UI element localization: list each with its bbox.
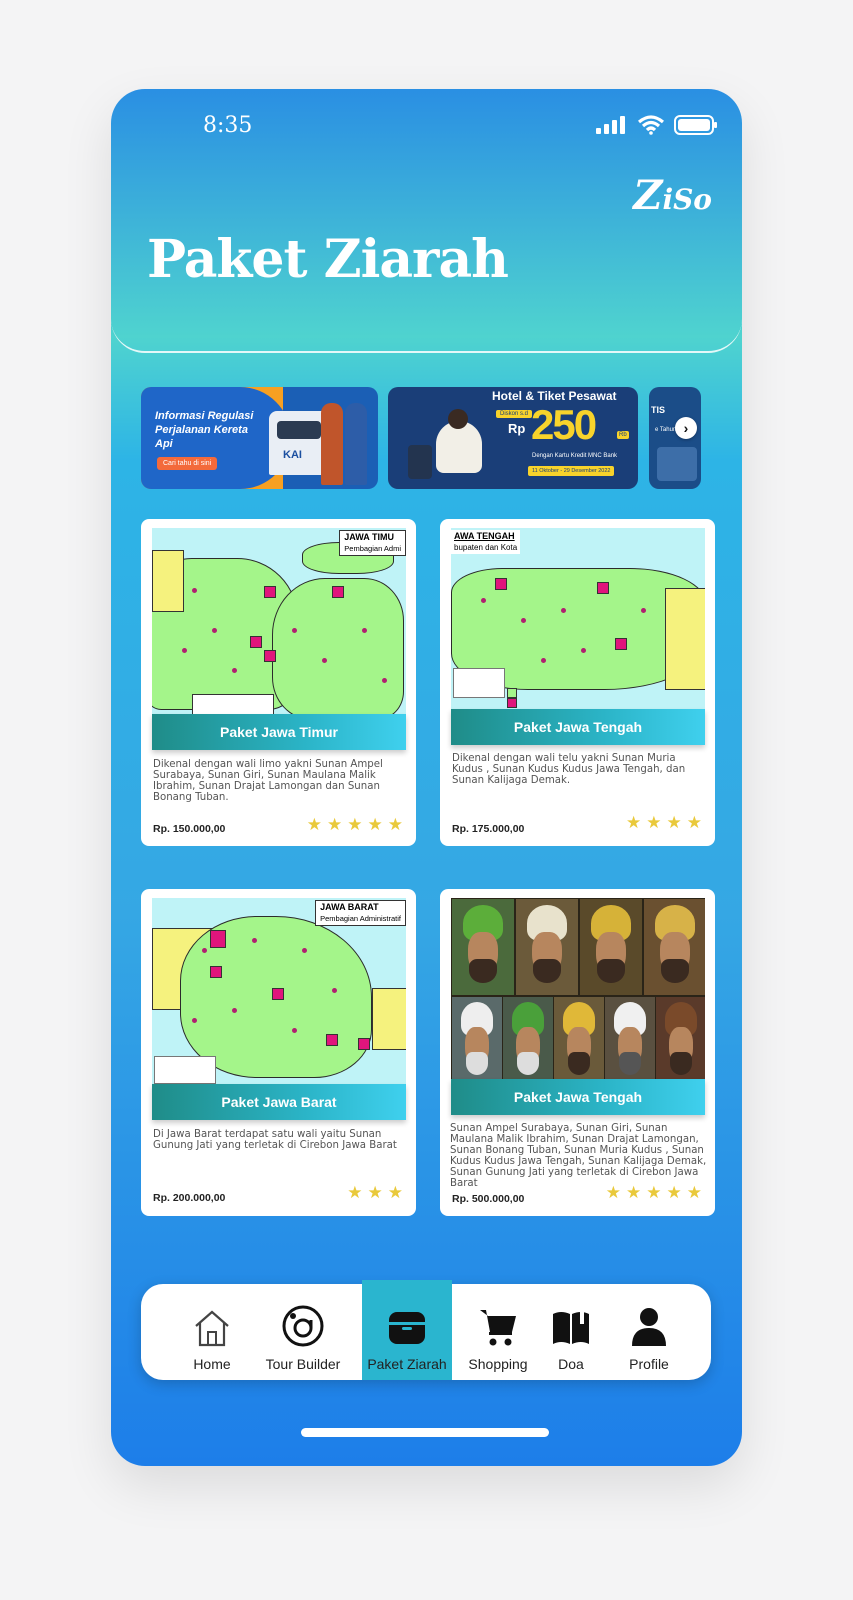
banner-partial[interactable]: TIS e Tahun xyxy=(649,387,701,489)
jawa-barat-map-image: JAWA BARAT Pembagian Administratif xyxy=(152,898,406,1085)
traveler-image xyxy=(345,403,367,485)
card-description: Di Jawa Barat terdapat satu wali yaitu S… xyxy=(153,1129,397,1151)
rating-stars: ★★★★★ xyxy=(605,1183,707,1202)
card-price: Rp. 500.000,00 xyxy=(452,1193,525,1205)
nav-shopping-label: Shopping xyxy=(468,1356,528,1372)
bottom-navigation: Home Tour Builder Paket Ziarah Shopping … xyxy=(141,1280,711,1380)
card-label: Paket Jawa Barat xyxy=(152,1084,406,1120)
nav-shopping[interactable]: Shopping xyxy=(463,1284,533,1380)
package-card-jawa-tengah[interactable]: AWA TENGAH bupaten dan Kota Paket Jawa Te… xyxy=(440,519,715,846)
rating-stars: ★★★★★ xyxy=(306,815,408,834)
wifi-icon xyxy=(638,115,664,135)
banner-kai-cta[interactable]: Cari tahu di sini xyxy=(157,457,218,470)
ziso-logo: ZiSo xyxy=(633,172,712,219)
card-description: Dikenal dengan wali limo yakni Sunan Amp… xyxy=(153,759,383,803)
map-title: AWA TENGAH bupaten dan Kota xyxy=(451,530,521,554)
card-price: Rp. 200.000,00 xyxy=(153,1192,226,1204)
banner-kai[interactable]: Informasi Regulasi Perjalanan Kereta Api… xyxy=(141,387,378,489)
book-icon xyxy=(553,1312,589,1344)
rating-stars: ★★★ xyxy=(347,1183,408,1202)
jawa-timur-map-image: JAWA TIMU Pembagian Admi xyxy=(152,528,406,715)
nav-profile-label: Profile xyxy=(629,1356,669,1372)
train-image: KAI xyxy=(269,411,329,475)
signal-icon xyxy=(596,116,625,134)
cart-icon xyxy=(480,1310,516,1346)
package-card-jawa-barat[interactable]: JAWA BARAT Pembagian Administratif Paket … xyxy=(141,889,416,1216)
banner-hotel-amount: 250 xyxy=(531,401,597,448)
package-card-wali-songo[interactable]: Paket Jawa Tengah Sunan Ampel Surabaya, … xyxy=(440,889,715,1216)
nav-paket-ziarah[interactable]: Paket Ziarah xyxy=(362,1280,452,1380)
nav-profile[interactable]: Profile xyxy=(619,1284,679,1380)
box-icon xyxy=(389,1312,425,1344)
home-indicator[interactable] xyxy=(301,1428,549,1437)
header-divider xyxy=(111,311,742,353)
person-icon xyxy=(632,1308,666,1346)
card-price: Rp. 175.000,00 xyxy=(452,823,525,835)
banner-hotel-tiket[interactable]: Hotel & Tiket Pesawat Diskon s.d Rp 250 … xyxy=(388,387,638,489)
rating-stars: ★★★★ xyxy=(626,813,707,832)
card-label: Paket Jawa Tengah xyxy=(451,1079,705,1115)
phone-screen: 8:35 ZiSo Paket Ziarah Informasi Regulas… xyxy=(111,89,742,1466)
at-circle-icon xyxy=(282,1305,324,1347)
jawa-tengah-map-image: AWA TENGAH bupaten dan Kota xyxy=(451,528,705,715)
house-icon xyxy=(195,1310,229,1347)
card-description: Dikenal dengan wali telu yakni Sunan Mur… xyxy=(452,753,686,786)
promo-banner-carousel[interactable]: Informasi Regulasi Perjalanan Kereta Api… xyxy=(141,387,701,491)
nav-home[interactable]: Home xyxy=(179,1284,245,1380)
banner-hotel-unit: Rb xyxy=(617,431,629,439)
nav-paket-ziarah-label: Paket Ziarah xyxy=(367,1356,447,1372)
nav-doa[interactable]: Doa xyxy=(546,1284,596,1380)
status-time: 8:35 xyxy=(203,113,253,138)
map-title: JAWA TIMU Pembagian Admi xyxy=(339,530,406,556)
banner-hotel-tag: Diskon s.d xyxy=(496,410,533,418)
package-card-jawa-timur[interactable]: JAWA TIMU Pembagian Admi Paket Jawa Timur… xyxy=(141,519,416,846)
nav-tour-builder[interactable]: Tour Builder xyxy=(253,1284,353,1380)
nav-doa-label: Doa xyxy=(558,1356,584,1372)
chevron-right-icon[interactable]: › xyxy=(675,417,697,439)
traveler-image xyxy=(321,403,343,485)
wali-songo-portraits-image xyxy=(451,898,705,1085)
banner-hotel-date: 11 Oktober - 29 Desember 2022 xyxy=(528,466,615,476)
banner-hotel-subtitle: Dengan Kartu Kredit MNC Bank xyxy=(532,453,618,459)
card-price: Rp. 150.000,00 xyxy=(153,823,226,835)
banner-kai-text: Informasi Regulasi Perjalanan Kereta Api xyxy=(155,410,254,450)
card-description: Sunan Ampel Surabaya, Sunan Giri, Sunan … xyxy=(450,1123,707,1189)
status-icons xyxy=(596,115,718,135)
battery-icon xyxy=(674,115,717,135)
card-label: Paket Jawa Tengah xyxy=(451,709,705,745)
nav-tour-builder-label: Tour Builder xyxy=(265,1356,341,1372)
nav-home-label: Home xyxy=(193,1356,231,1372)
card-label: Paket Jawa Timur xyxy=(152,714,406,750)
map-title: JAWA BARAT Pembagian Administratif xyxy=(315,900,406,926)
page-title: Paket Ziarah xyxy=(147,229,509,290)
banner-hotel-currency: Rp xyxy=(508,421,526,436)
